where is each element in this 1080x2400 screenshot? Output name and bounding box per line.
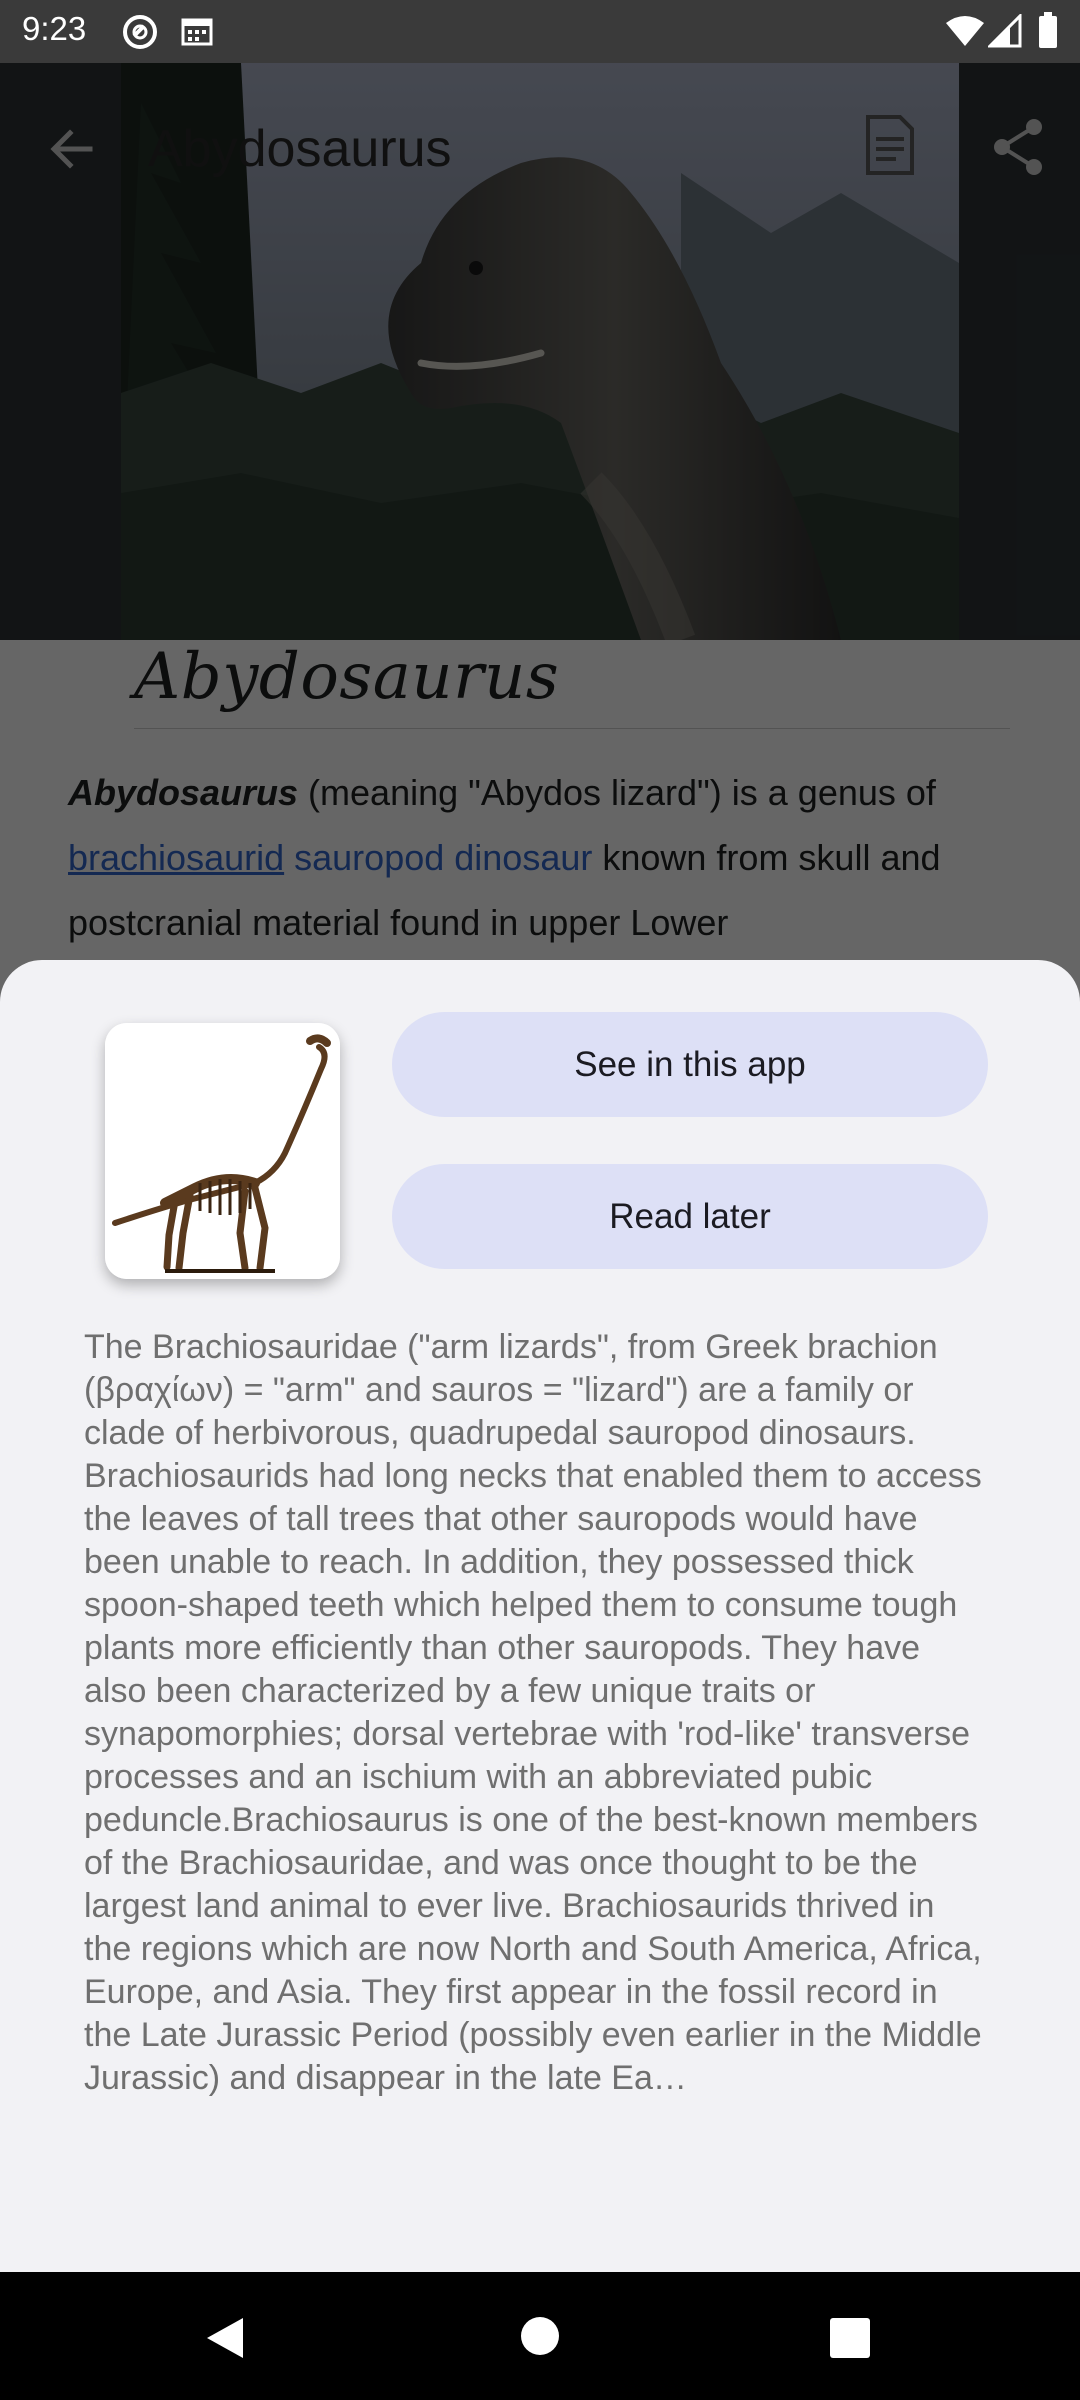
cellular-signal-icon [986, 12, 1022, 53]
read-later-button[interactable]: Read later [392, 1164, 988, 1269]
preview-thumbnail [105, 1023, 340, 1279]
nav-recents-icon[interactable] [830, 2318, 870, 2363]
battery-icon [1038, 12, 1058, 53]
calendar-icon [180, 14, 214, 53]
article-title: Abydosaurus [134, 640, 560, 714]
status-time: 9:23 [22, 10, 87, 47]
wifi-icon [945, 14, 985, 53]
lead-bold-term: Abydosaurus [68, 772, 299, 813]
title-divider [134, 728, 1010, 729]
see-in-this-app-button[interactable]: See in this app [392, 1012, 988, 1117]
system-navigation-bar [0, 2272, 1080, 2400]
reading-list-icon[interactable] [862, 113, 918, 182]
toolbar-title: Abydosaurus [148, 120, 452, 178]
article-content: Abydosaurus Abydosaurus (meaning "Abydos… [0, 640, 1080, 960]
article-toolbar: Abydosaurus [0, 63, 1080, 231]
status-bar: 9:23 [0, 0, 1080, 63]
back-arrow-icon[interactable] [44, 121, 100, 182]
link-sauropod-dinosaur[interactable]: sauropod dinosaur [294, 837, 592, 878]
link-preview-sheet: See in this app Read later The Brachiosa… [0, 960, 1080, 2272]
nav-back-icon[interactable] [205, 2316, 245, 2365]
link-brachiosaurid[interactable]: brachiosaurid [68, 837, 284, 878]
do-not-disturb-icon [122, 14, 158, 55]
article-lead-paragraph: Abydosaurus (meaning "Abydos lizard") is… [68, 760, 1018, 955]
nav-home-icon[interactable] [521, 2317, 559, 2360]
preview-extract: The Brachiosauridae ("arm lizards", from… [84, 1328, 982, 2097]
share-icon[interactable] [990, 117, 1046, 182]
lead-text: (meaning "Abydos lizard") is a genus of [298, 772, 936, 813]
